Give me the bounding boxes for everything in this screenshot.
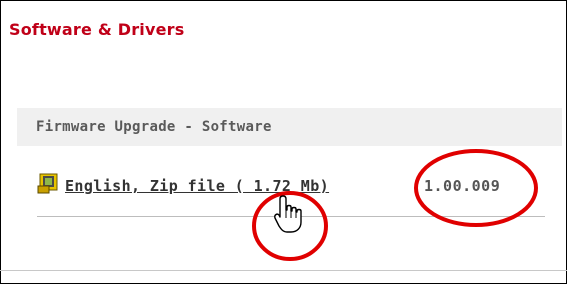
download-row: English, Zip file ( 1.72 Mb) 1.00.009 [37, 172, 557, 202]
firmware-version: 1.00.009 [424, 177, 501, 195]
section-header-label: Firmware Upgrade - Software [36, 119, 272, 135]
bottom-divider [0, 270, 567, 271]
page-title: Software & Drivers [9, 20, 185, 39]
zip-file-icon[interactable] [37, 172, 59, 194]
section-header: Firmware Upgrade - Software [17, 108, 562, 146]
download-link-english-zip[interactable]: English, Zip file ( 1.72 Mb) [65, 177, 329, 195]
row-divider [37, 216, 545, 217]
